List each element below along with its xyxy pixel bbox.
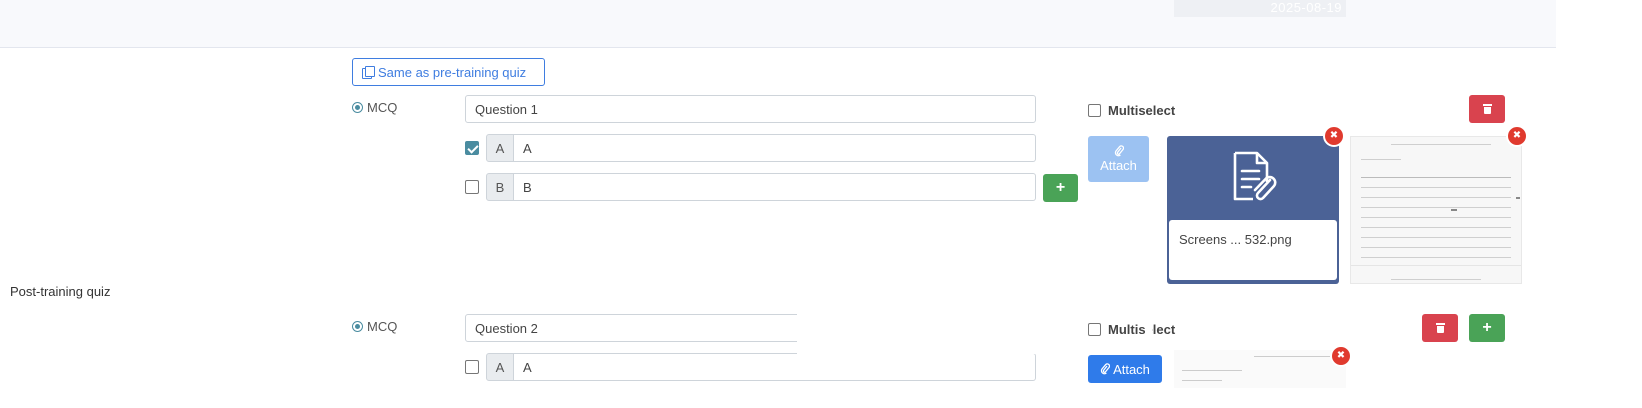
question-type-radio-2[interactable]: MCQ	[352, 319, 397, 334]
multiselect-toggle-1[interactable]: Multiselect	[1088, 103, 1175, 118]
date-strip: 2025-08-19	[1174, 0, 1346, 17]
remove-screenshot-button[interactable]: ✖	[1330, 345, 1352, 367]
attach-button[interactable]: Attach	[1088, 136, 1149, 182]
option-input[interactable]: A	[514, 353, 1036, 381]
option-letter: B	[486, 173, 514, 201]
screenshot-thumbnail[interactable]	[1350, 136, 1522, 284]
same-as-pre-training-label: Same as pre-training quiz	[378, 64, 527, 80]
radio-dot	[352, 321, 363, 332]
screenshot-thumbnail[interactable]	[1174, 350, 1346, 388]
option-correct-checkbox[interactable]	[465, 180, 479, 194]
close-icon: ✖	[1336, 350, 1346, 361]
plus-icon: +	[1055, 179, 1066, 196]
delete-question-button[interactable]	[1469, 95, 1505, 123]
date-text: 2025-08-19	[1270, 0, 1342, 15]
option-correct-checkbox[interactable]	[465, 141, 479, 155]
add-question-button[interactable]: +	[1469, 314, 1505, 342]
render-artifact	[1145, 320, 1152, 336]
attach-label: Attach	[1113, 361, 1150, 377]
option-row-2a: A A	[465, 353, 1036, 381]
multiselect-label: Multiselect	[1108, 322, 1176, 337]
top-band: 2025-08-19	[0, 0, 1556, 48]
attach-label: Attach	[1100, 158, 1137, 173]
add-option-button[interactable]: +	[1043, 174, 1078, 202]
paperclip-icon	[1100, 363, 1111, 375]
attachment-filename: Screens ... 532.png	[1169, 220, 1337, 280]
delete-question-button[interactable]	[1422, 314, 1458, 342]
question-type-label: MCQ	[367, 100, 398, 115]
radio-dot	[352, 102, 363, 113]
remove-attachment-button[interactable]: ✖	[1323, 125, 1345, 147]
option-letter: A	[486, 353, 514, 381]
multiselect-label: Multiselect	[1108, 103, 1176, 118]
close-icon: ✖	[1512, 130, 1522, 141]
question-type-label: MCQ	[367, 319, 398, 334]
document-icon	[1233, 151, 1277, 201]
question-input-1[interactable]: Question 1	[465, 95, 1036, 123]
option-input[interactable]: B	[514, 173, 1036, 201]
close-icon: ✖	[1329, 130, 1339, 141]
multiselect-toggle-2[interactable]: Multiselect	[1088, 322, 1175, 337]
same-as-pre-training-button[interactable]: Same as pre-training quiz	[352, 58, 545, 86]
copy-icon	[362, 66, 375, 79]
option-row-1a: A A	[465, 134, 1036, 162]
section-label: Post-training quiz	[10, 284, 111, 299]
attach-button[interactable]: Attach	[1088, 355, 1162, 383]
attachment-card: Screens ... 532.png	[1167, 136, 1339, 284]
trash-icon	[1435, 323, 1445, 333]
question-type-radio-1[interactable]: MCQ	[352, 100, 397, 115]
option-letter: A	[486, 134, 514, 162]
trash-icon	[1482, 104, 1492, 114]
option-input[interactable]: A	[514, 134, 1036, 162]
render-artifact	[797, 312, 1037, 354]
paperclip-icon	[1114, 145, 1124, 157]
option-correct-checkbox[interactable]	[465, 360, 479, 374]
option-row-1b: B B	[465, 173, 1036, 201]
remove-screenshot-button[interactable]: ✖	[1506, 125, 1528, 147]
plus-icon: +	[1482, 319, 1492, 336]
multiselect-checkbox[interactable]	[1088, 323, 1101, 336]
multiselect-checkbox[interactable]	[1088, 104, 1101, 117]
